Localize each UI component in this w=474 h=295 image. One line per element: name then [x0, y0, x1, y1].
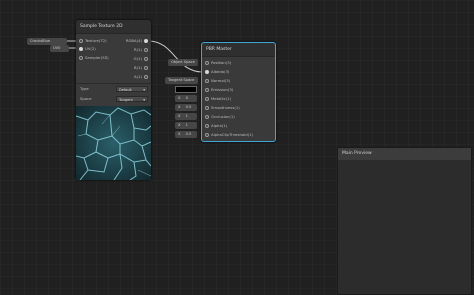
albedo-input-label: Albedo(3): [211, 69, 230, 74]
alpha-clip-value: 0.5: [185, 132, 192, 136]
emission-input-label: Emission(3): [211, 87, 234, 92]
metallic-value: 0: [185, 96, 188, 100]
chevron-down-icon: ▾: [143, 88, 145, 92]
r-output-port[interactable]: [144, 48, 148, 52]
occlusion-axis: X: [178, 114, 181, 118]
alpha-value-chip[interactable]: X 1: [175, 122, 197, 129]
b-output-port[interactable]: [144, 66, 148, 70]
smoothness-input-label: Smoothness(1): [211, 105, 240, 110]
uv-channel-label: UV0: [53, 46, 61, 50]
rgba-output-port[interactable]: [144, 39, 148, 43]
smoothness-value-chip[interactable]: X 0.5: [175, 104, 197, 111]
occlusion-value: 1: [185, 114, 188, 118]
texture-input-port[interactable]: [79, 39, 83, 43]
normal-input-port[interactable]: [205, 79, 209, 83]
occlusion-value-chip[interactable]: X 1: [175, 113, 197, 120]
pbr-master-node[interactable]: PBR Master Position(3) Albedo(3) Normal(…: [201, 42, 276, 142]
alpha-value: 1: [185, 123, 188, 127]
r-output-label: R(1): [133, 47, 142, 52]
alpha-clip-input-port[interactable]: [205, 133, 209, 137]
smoothness-value: 0.5: [185, 105, 192, 109]
emission-color-swatch[interactable]: [175, 86, 197, 93]
tangent-space-chip[interactable]: Tangent Space: [165, 77, 198, 84]
texture-asset-label: CracksBlue: [30, 39, 51, 43]
occlusion-input-port[interactable]: [205, 115, 209, 119]
albedo-input-port[interactable]: [205, 70, 209, 74]
uv-input-label: UV(2): [85, 46, 96, 51]
texture-asset-chip[interactable]: CracksBlue: [27, 38, 67, 45]
metallic-axis: X: [178, 96, 181, 100]
space-label: Space: [80, 96, 92, 101]
metallic-value-chip[interactable]: X 0: [175, 95, 197, 102]
a-output-port[interactable]: [144, 75, 148, 79]
uv-channel-chip[interactable]: UV0: [50, 45, 69, 52]
object-space-label: Object Space: [171, 60, 195, 64]
position-input-port[interactable]: [205, 61, 209, 65]
emission-input-port[interactable]: [205, 88, 209, 92]
alpha-clip-value-chip[interactable]: X 0.5: [175, 131, 197, 138]
smoothness-axis: X: [178, 105, 181, 109]
uv-input-port[interactable]: [79, 47, 83, 51]
sample-texture-title: Sample Texture 2D: [76, 20, 151, 34]
smoothness-input-port[interactable]: [205, 106, 209, 110]
pbr-master-title: PBR Master: [202, 43, 275, 57]
alpha-input-label: Alpha(1): [211, 123, 228, 128]
type-dropdown[interactable]: Default ▾: [116, 86, 148, 92]
chevron-down-icon: ▾: [143, 98, 145, 102]
alpha-clip-axis: X: [178, 132, 181, 136]
a-output-label: A(1): [134, 74, 142, 79]
metallic-input-port[interactable]: [205, 97, 209, 101]
alpha-input-port[interactable]: [205, 124, 209, 128]
alpha-clip-input-label: AlphaClipThreshold(1): [211, 132, 254, 137]
sampler-input-label: Sampler(SS): [85, 55, 109, 60]
tangent-space-label: Tangent Space: [168, 78, 195, 82]
rgba-output-label: RGBA(4): [125, 38, 142, 43]
g-output-label: G(1): [133, 56, 142, 61]
type-label: Type: [80, 86, 89, 91]
sample-texture-node[interactable]: Sample Texture 2D Texture(T2) UV(2) Samp…: [76, 20, 151, 180]
g-output-port[interactable]: [144, 57, 148, 61]
sampler-input-port[interactable]: [79, 56, 83, 60]
metallic-input-label: Metallic(1): [211, 96, 232, 101]
space-dropdown[interactable]: Tangent ▾: [116, 96, 148, 102]
main-preview-title: Main Preview: [338, 148, 471, 160]
occlusion-input-label: Occlusion(1): [211, 114, 235, 119]
main-preview-panel[interactable]: Main Preview: [337, 147, 472, 295]
texture-preview: [76, 106, 151, 180]
position-input-label: Position(3): [211, 60, 232, 65]
texture-input-label: Texture(T2): [85, 38, 107, 43]
type-dropdown-value: Default: [119, 88, 132, 92]
object-space-chip[interactable]: Object Space: [168, 59, 198, 66]
b-output-label: B(1): [134, 65, 142, 70]
alpha-axis: X: [178, 123, 181, 127]
normal-input-label: Normal(3): [211, 78, 231, 83]
space-dropdown-value: Tangent: [119, 98, 133, 102]
